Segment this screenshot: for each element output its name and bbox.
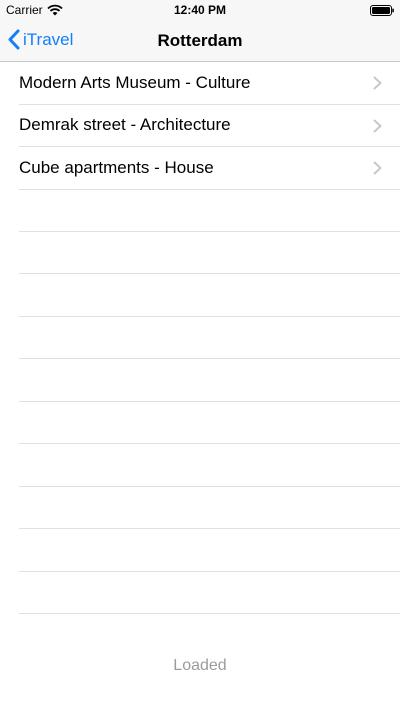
chevron-right-icon xyxy=(373,76,382,90)
list-item[interactable]: Demrak street - Architecture xyxy=(19,105,400,147)
footer-status: Loaded xyxy=(173,657,227,674)
empty-row-separator xyxy=(19,317,400,359)
empty-row-separator xyxy=(19,189,400,232)
list-item[interactable]: Cube apartments - House xyxy=(19,147,400,190)
list-item[interactable]: Modern Arts Museum - Culture xyxy=(19,62,400,105)
empty-row-separator xyxy=(19,572,400,614)
empty-row-separator xyxy=(19,232,400,274)
list-item-label: Cube apartments - House xyxy=(19,157,214,177)
empty-row-separator xyxy=(19,444,400,487)
list-item-label: Modern Arts Museum - Culture xyxy=(19,72,251,92)
empty-row-separator xyxy=(19,274,400,317)
chevron-right-icon xyxy=(373,161,382,175)
status-bar: Carrier 12:40 PM xyxy=(0,0,400,20)
list-item-label: Demrak street - Architecture xyxy=(19,115,231,135)
battery-icon xyxy=(370,5,394,16)
empty-row-separator xyxy=(19,402,400,444)
empty-rows xyxy=(0,189,400,614)
status-time: 12:40 PM xyxy=(173,3,227,17)
navigation-bar: iTravel Rotterdam xyxy=(0,20,400,62)
places-list: Modern Arts Museum - Culture Demrak stre… xyxy=(0,62,400,190)
chevron-right-icon xyxy=(373,119,382,132)
empty-row-separator xyxy=(19,529,400,572)
empty-row-separator xyxy=(19,359,400,402)
empty-row-separator xyxy=(19,487,400,529)
page-title: Rotterdam xyxy=(157,31,243,50)
